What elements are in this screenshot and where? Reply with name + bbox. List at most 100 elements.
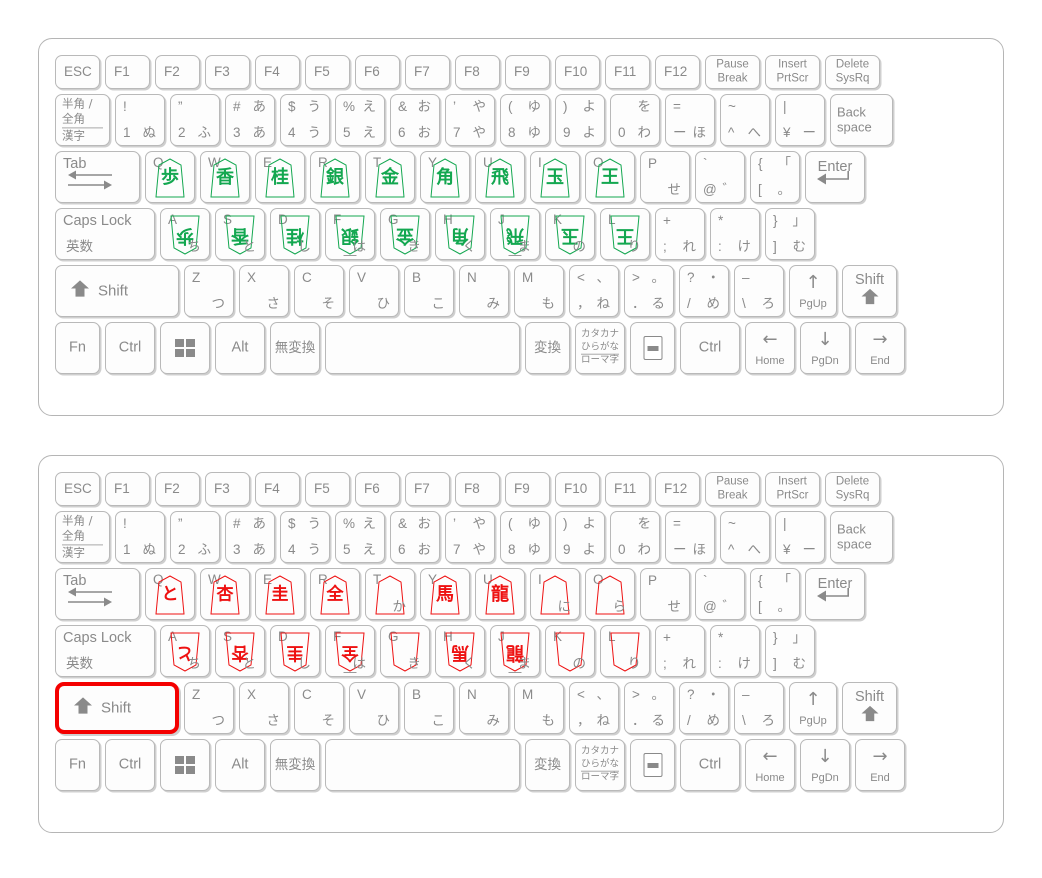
arrow-right-end[interactable]: → End xyxy=(855,739,905,791)
key-c[interactable]: Cそ xyxy=(294,265,344,317)
f11[interactable]: F11 xyxy=(605,55,650,89)
f10[interactable]: F10 xyxy=(555,472,600,506)
key-b[interactable]: Bこ xyxy=(404,265,454,317)
key-j[interactable]: J龍ま xyxy=(490,625,540,677)
key-t[interactable]: Tか xyxy=(365,568,415,620)
f7[interactable]: F7 xyxy=(405,55,450,89)
caret[interactable]: ~ ^ へ xyxy=(720,94,770,146)
key-f[interactable]: F全は xyxy=(325,625,375,677)
key-g[interactable]: G金き xyxy=(380,208,430,260)
context-menu[interactable] xyxy=(630,322,675,374)
key-k[interactable]: K玉の xyxy=(545,208,595,260)
key-y[interactable]: Y角 xyxy=(420,151,470,203)
key-x[interactable]: Xさ xyxy=(239,265,289,317)
slash[interactable]: ? ・ / め xyxy=(679,265,729,317)
ctrl-left[interactable]: Ctrl xyxy=(105,322,155,374)
muhenkan[interactable]: 無変換 xyxy=(270,739,320,791)
f12[interactable]: F12 xyxy=(655,55,700,89)
digit-5[interactable]: % え 5 え xyxy=(335,94,385,146)
key-a[interactable]: A歩ち xyxy=(160,208,210,260)
key-r[interactable]: R銀 xyxy=(310,151,360,203)
key-g[interactable]: Gき xyxy=(380,625,430,677)
space[interactable] xyxy=(325,322,520,374)
digit-6[interactable]: & お 6 お xyxy=(390,511,440,563)
henkan[interactable]: 変換 xyxy=(525,322,570,374)
f6[interactable]: F6 xyxy=(355,55,400,89)
digit-2[interactable]: ” 2 ふ xyxy=(170,511,220,563)
digit-8[interactable]: (ゆ 8 ゆ xyxy=(500,511,550,563)
arrow-left-home[interactable]: ← Home xyxy=(745,739,795,791)
key-q[interactable]: Q歩 xyxy=(145,151,195,203)
key-d[interactable]: D圭し xyxy=(270,625,320,677)
digit-4[interactable]: $ う 4 う xyxy=(280,511,330,563)
backslash[interactable]: – \ ろ xyxy=(734,682,784,734)
muhenkan[interactable]: 無変換 xyxy=(270,322,320,374)
f4[interactable]: F4 xyxy=(255,55,300,89)
digit-9[interactable]: ) よ 9 よ xyxy=(555,94,605,146)
fn[interactable]: Fn xyxy=(55,739,100,791)
key-z[interactable]: Zつ xyxy=(184,265,234,317)
key-s[interactable]: S香と xyxy=(215,208,265,260)
key-e[interactable]: E圭 xyxy=(255,568,305,620)
key-s[interactable]: S杏と xyxy=(215,625,265,677)
windows[interactable] xyxy=(160,739,210,791)
backslash[interactable]: – \ ろ xyxy=(734,265,784,317)
digit-8[interactable]: (ゆ 8 ゆ xyxy=(500,94,550,146)
key-u[interactable]: U飛 xyxy=(475,151,525,203)
arrow-down-pgdn[interactable]: ↓ PgDn xyxy=(800,322,850,374)
space[interactable] xyxy=(325,739,520,791)
key-o[interactable]: O王 xyxy=(585,151,635,203)
digit-7[interactable]: ’ や 7 や xyxy=(445,511,495,563)
bracket-right[interactable]: } 」] む xyxy=(765,208,815,260)
f2[interactable]: F2 xyxy=(155,55,200,89)
ctrl-right[interactable]: Ctrl xyxy=(680,322,740,374)
key-m[interactable]: Mも xyxy=(514,265,564,317)
enter[interactable]: Enter xyxy=(805,568,865,620)
caps-lock[interactable]: Caps Lock 英数 xyxy=(55,208,155,260)
arrow-right-end[interactable]: → End xyxy=(855,322,905,374)
f3[interactable]: F3 xyxy=(205,472,250,506)
arrow-down-pgdn[interactable]: ↓ PgDn xyxy=(800,739,850,791)
hankaku-zenkaku-kanji[interactable]: 半角 / 全角 漢字 xyxy=(55,511,110,563)
f9[interactable]: F9 xyxy=(505,472,550,506)
at[interactable]: ` @ ゛ xyxy=(695,568,745,620)
henkan[interactable]: 変換 xyxy=(525,739,570,791)
backspace[interactable]: Back space xyxy=(830,94,893,146)
delete-sysrq[interactable]: Delete SysRq xyxy=(825,55,880,89)
bracket-left[interactable]: {「 [。 xyxy=(750,568,800,620)
f4[interactable]: F4 xyxy=(255,472,300,506)
minus[interactable]: = ーほ xyxy=(665,94,715,146)
key-t[interactable]: T金 xyxy=(365,151,415,203)
alt[interactable]: Alt xyxy=(215,739,265,791)
tab[interactable]: Tab xyxy=(55,151,140,203)
key-z[interactable]: Zつ xyxy=(184,682,234,734)
f12[interactable]: F12 xyxy=(655,472,700,506)
yen[interactable]: | ¥ ー xyxy=(775,94,825,146)
key-w[interactable]: W杏 xyxy=(200,568,250,620)
left-shift[interactable]: Shift xyxy=(55,265,179,317)
yen[interactable]: | ¥ ー xyxy=(775,511,825,563)
pause-break[interactable]: Pause Break xyxy=(705,472,760,506)
period[interactable]: > 。 ． る xyxy=(624,682,674,734)
period[interactable]: > 。 ． る xyxy=(624,265,674,317)
key-l[interactable]: L王り xyxy=(600,208,650,260)
digit-6[interactable]: & お 6 お xyxy=(390,94,440,146)
bracket-left[interactable]: {「 [。 xyxy=(750,151,800,203)
context-menu[interactable] xyxy=(630,739,675,791)
right-shift[interactable]: Shift xyxy=(842,265,897,317)
katakana-hiragana-romaji[interactable]: カタカナ ひらがな ローマ字 xyxy=(575,739,625,791)
hankaku-zenkaku-kanji[interactable]: 半角 / 全角 漢字 xyxy=(55,94,110,146)
f8[interactable]: F8 xyxy=(455,55,500,89)
key-p[interactable]: Pせ xyxy=(640,568,690,620)
key-w[interactable]: W香 xyxy=(200,151,250,203)
enter[interactable]: Enter xyxy=(805,151,865,203)
key-a[interactable]: Aとち xyxy=(160,625,210,677)
key-m[interactable]: Mも xyxy=(514,682,564,734)
semicolon[interactable]: +; れ xyxy=(655,625,705,677)
minus[interactable]: = ーほ xyxy=(665,511,715,563)
digit-0[interactable]: を0わ xyxy=(610,94,660,146)
f11[interactable]: F11 xyxy=(605,472,650,506)
key-o[interactable]: Oら xyxy=(585,568,635,620)
fn[interactable]: Fn xyxy=(55,322,100,374)
colon[interactable]: *: け xyxy=(710,208,760,260)
